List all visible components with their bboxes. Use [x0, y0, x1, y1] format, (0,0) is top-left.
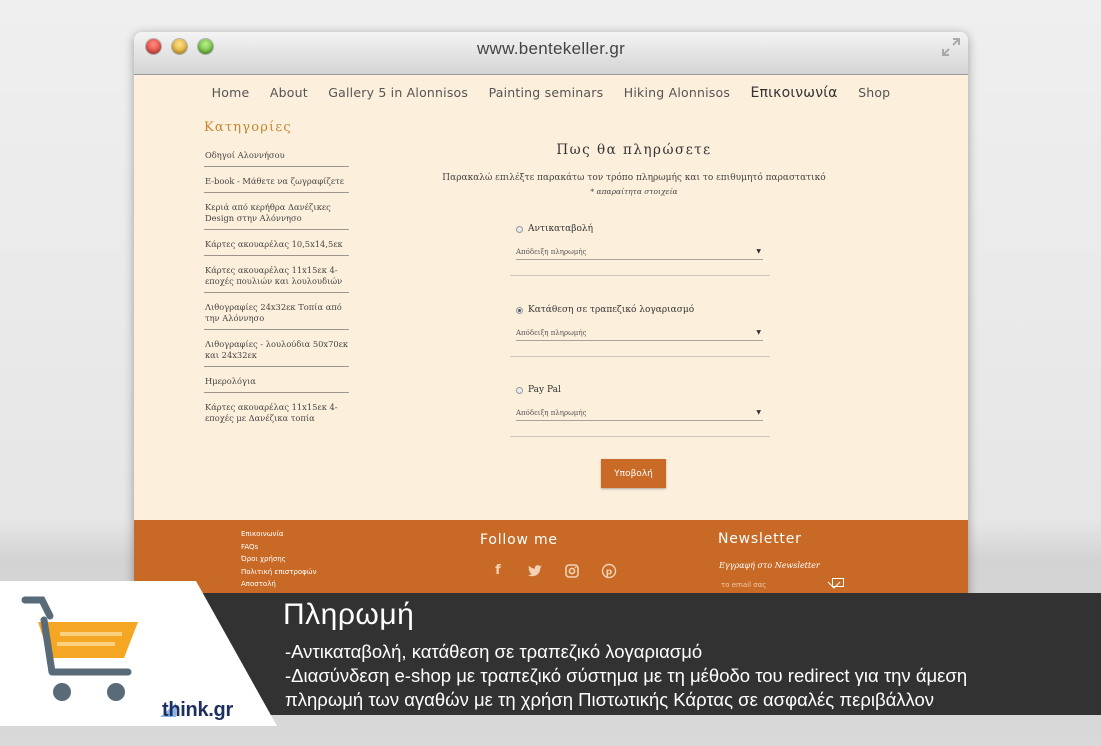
nav-item-gallery[interactable]: Gallery 5 in Alonnisos — [328, 85, 468, 100]
cod-receipt-value: Απόδειξη πληρωμής — [516, 248, 587, 256]
browser-window: www.bentekeller.gr Home About Gallery 5 … — [134, 32, 968, 602]
payment-instructions: Παρακαλώ επιλέξτε παρακάτω τον τρόπο πλη… — [442, 173, 826, 183]
chevron-down-icon: ▼ — [756, 409, 761, 416]
payment-option-bank: Κατάθεση σε τραπεζικό λογαριασμό Απόδειξ… — [510, 305, 770, 357]
pinterest-icon[interactable]: p — [601, 563, 617, 579]
sidebar-item-lithographs-landscapes[interactable]: Λιθογραφίες 24x32εκ Τοπία από την Αλόννη… — [204, 299, 349, 330]
sidebar-item-ebook[interactable]: E-book - Μάθετε να ζωγραφίζετε — [204, 173, 349, 193]
nav-item-painting-seminars[interactable]: Painting seminars — [489, 85, 604, 100]
newsletter-subtitle: Εγγραφή στο Newsletter — [719, 561, 820, 570]
envelope-icon[interactable] — [832, 578, 844, 587]
footer-link-contact[interactable]: Επικοινωνία — [241, 528, 317, 541]
sidebar-title: Κατηγορίες — [204, 120, 292, 135]
divider — [510, 356, 770, 357]
twitter-icon[interactable] — [527, 563, 543, 579]
sidebar-item-cards-birds[interactable]: Κάρτες ακουαρέλας 11x15εκ 4-εποχές πουλι… — [204, 262, 349, 293]
sidebar-item-candles[interactable]: Κεριά από κερήθρα Δανέζικες Design στην … — [204, 199, 349, 230]
bank-receipt-value: Απόδειξη πληρωμής — [516, 329, 587, 337]
submit-button[interactable]: Υποβολή — [601, 459, 666, 488]
footer-link-faqs[interactable]: FAQs — [241, 541, 317, 554]
cod-receipt-select[interactable]: Απόδειξη πληρωμής ▼ — [516, 248, 763, 260]
nav-item-about[interactable]: About — [270, 85, 308, 100]
categories-sidebar: Κατηγορίες Οδηγοί Αλοννήσου E-book - Μάθ… — [204, 120, 349, 435]
facebook-icon[interactable]: f — [490, 563, 506, 579]
nav-item-shop[interactable]: Shop — [858, 85, 890, 100]
required-note: * απαραίτητα στοιχεία — [590, 187, 678, 196]
sidebar-item-calendars[interactable]: Ημερολόγια — [204, 373, 349, 393]
bank-label[interactable]: Κατάθεση σε τραπεζικό λογαριασμό — [528, 305, 694, 315]
site-footer: Επικοινωνία FAQs Όροι χρήσης Πολιτική επ… — [134, 520, 968, 602]
site-navigation: Home About Gallery 5 in Alonnisos Painti… — [134, 84, 968, 102]
payment-form-header: Πως θα πληρώσετε Παρακαλώ επιλέξτε παρακ… — [384, 142, 884, 196]
payment-option-paypal: Pay Pal Απόδειξη πληρωμής ▼ — [510, 385, 770, 437]
payment-option-cod: Αντικαταβολή Απόδειξη πληρωμής ▼ — [510, 224, 770, 276]
divider — [510, 275, 770, 276]
page-title: Πως θα πληρώσετε — [556, 142, 712, 158]
address-bar-url[interactable]: www.bentekeller.gr — [134, 39, 968, 59]
paypal-receipt-value: Απόδειξη πληρωμής — [516, 409, 587, 417]
svg-text:p: p — [606, 568, 613, 578]
footer-link-shipping[interactable]: Αποστολή — [241, 578, 317, 591]
banner-title: Πληρωμή — [283, 598, 415, 631]
paypal-radio[interactable] — [516, 386, 523, 394]
chevron-down-icon: ▼ — [756, 248, 761, 255]
cod-radio[interactable] — [516, 225, 523, 233]
newsletter-title: Newsletter — [718, 531, 802, 547]
paypal-label[interactable]: Pay Pal — [528, 385, 561, 395]
footer-links: Επικοινωνία FAQs Όροι χρήσης Πολιτική επ… — [241, 528, 317, 591]
browser-titlebar: www.bentekeller.gr — [134, 32, 968, 75]
sidebar-item-cards-small[interactable]: Κάρτες ακουαρέλας 10,5x14,5εκ — [204, 236, 349, 256]
shopping-cart-icon — [21, 596, 138, 701]
banner-line-2: -Διασύνδεση e-shop με τραπεζικό σύστημα … — [285, 665, 968, 686]
nav-item-hiking[interactable]: Hiking Alonnisos — [624, 85, 730, 100]
brand-logo: think.gr — [162, 699, 233, 721]
cod-label[interactable]: Αντικαταβολή — [528, 224, 593, 234]
follow-title: Follow me — [480, 532, 558, 548]
banner-line-3: πληρωμή των αγαθών με τη χρήση Πιστωτική… — [285, 689, 935, 710]
footer-link-returns[interactable]: Πολιτική επιστροφών — [241, 566, 317, 579]
expand-icon[interactable] — [940, 36, 962, 58]
sidebar-item-alonnisos-guides[interactable]: Οδηγοί Αλοννήσου — [204, 147, 349, 167]
bank-radio[interactable] — [516, 306, 523, 314]
newsletter-email-input[interactable]: το email σας — [721, 581, 766, 589]
sidebar-item-cards-danish[interactable]: Κάρτες ακουαρέλας 11x15εκ 4-εποχές με Δα… — [204, 399, 349, 429]
paypal-receipt-select[interactable]: Απόδειξη πληρωμής ▼ — [516, 409, 763, 421]
chevron-down-icon: ▼ — [756, 329, 761, 336]
instagram-icon[interactable] — [564, 563, 580, 579]
social-links: f p — [490, 563, 638, 579]
footer-link-terms[interactable]: Όροι χρήσης — [241, 553, 317, 566]
banner-line-1: -Αντικαταβολή, κατάθεση σε τραπεζικό λογ… — [285, 641, 703, 662]
nav-item-home[interactable]: Home — [212, 85, 250, 100]
divider — [510, 436, 770, 437]
nav-item-contact[interactable]: Επικοινωνία — [751, 85, 838, 101]
bank-receipt-select[interactable]: Απόδειξη πληρωμής ▼ — [516, 329, 763, 341]
sidebar-item-lithographs-flowers[interactable]: Λιθογραφίες - λουλούδια 50x70εκ και 24x3… — [204, 336, 349, 367]
